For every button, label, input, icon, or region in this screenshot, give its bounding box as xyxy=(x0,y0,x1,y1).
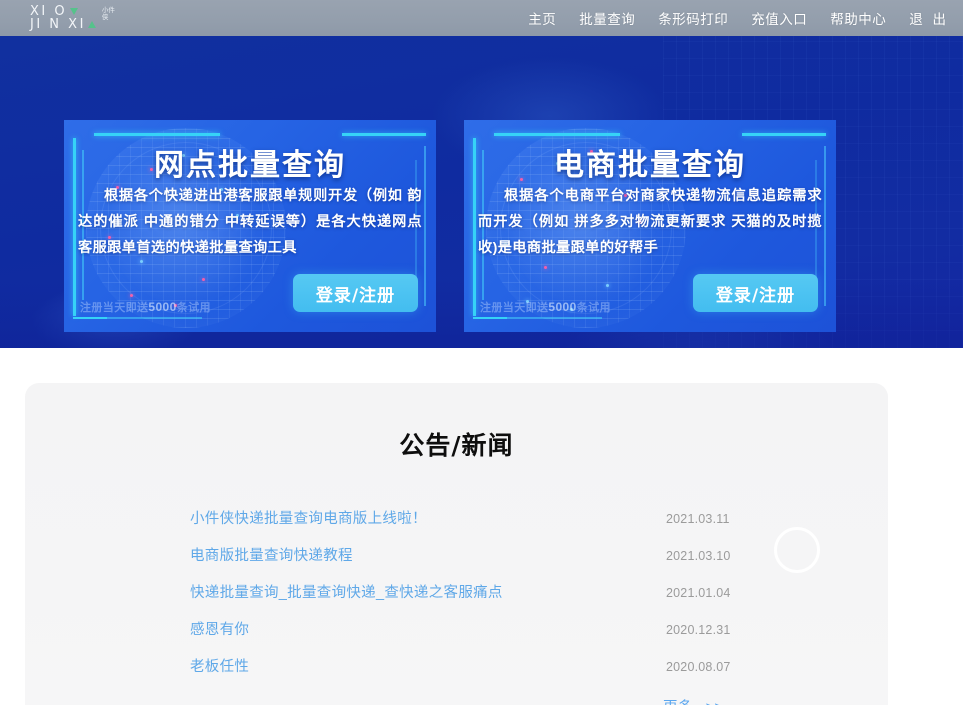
news-item-date: 2021.03.11 xyxy=(666,512,730,526)
card-frame-top-line xyxy=(494,133,620,136)
trial-note-prefix-left: 注册当天即送 xyxy=(80,302,149,314)
news-list-item[interactable]: 老板任性 2020.08.07 xyxy=(190,655,750,692)
news-item-date: 2020.08.07 xyxy=(666,660,731,674)
trial-note-suffix-left: 条试用 xyxy=(176,302,211,314)
banner-card-ecommerce-query[interactable]: 电商批量查询 根据各个电商平台对商家快递物流信息追踪需求而开发（例如 拼多多对物… xyxy=(464,120,836,332)
logo-chinese-mark: 小件 侠 xyxy=(102,7,115,21)
card-trial-note-ecommerce-query: 注册当天即送5000条试用 xyxy=(480,299,611,315)
news-item-title[interactable]: 感恩有你 xyxy=(190,618,666,639)
news-list-item[interactable]: 快递批量查询_批量查询快递_查快递之客服痛点 2021.01.04 xyxy=(190,581,750,618)
card-description-branch-query: 根据各个快递进出港客服跟单规则开发（例如 韵达的催派 中通的错分 中转延误等）是… xyxy=(78,188,422,256)
trial-note-number-left: 5000 xyxy=(148,300,177,314)
trial-note-prefix-right: 注册当天即送 xyxy=(480,302,549,314)
logo-text-top: XI O xyxy=(30,3,68,19)
news-item-date: 2021.03.10 xyxy=(666,549,731,563)
page-title: 公告/新闻 xyxy=(399,431,514,460)
news-list-item[interactable]: 电商版批量查询快递教程 2021.03.10 xyxy=(190,544,750,581)
nav-item-home[interactable]: 主页 xyxy=(528,8,556,28)
news-item-date: 2021.01.04 xyxy=(666,586,731,600)
nav-item-batch-query[interactable]: 批量查询 xyxy=(579,8,635,28)
triangle-up-icon xyxy=(88,21,97,28)
trial-note-number-right: 5000 xyxy=(548,300,577,314)
card-title-ecommerce-query: 电商批量查询 xyxy=(554,148,746,183)
news-panel: 公告/新闻 小件侠快递批量查询电商版上线啦！ 2021.03.11 电商版批量查… xyxy=(25,383,888,705)
logo-row-bottom: JI N XI xyxy=(30,18,98,31)
decorative-circle xyxy=(774,527,820,573)
card-description-ecommerce-query: 根据各个电商平台对商家快递物流信息追踪需求而开发（例如 拼多多对物流更新要求 天… xyxy=(478,188,822,256)
news-item-date: 2020.12.31 xyxy=(666,623,731,637)
card-frame-corner-bottom-left xyxy=(473,317,507,319)
login-register-button-branch-query[interactable]: 登录/注册 xyxy=(293,274,418,312)
news-list-item[interactable]: 小件侠快递批量查询电商版上线啦！ 2021.03.11 xyxy=(190,507,750,544)
nav-item-recharge[interactable]: 充值入口 xyxy=(751,8,807,28)
logo-letters: XI O JI N XI xyxy=(30,5,98,31)
hero-banner: 网点批量查询 根据各个快递进出港客服跟单规则开发（例如 韵达的催派 中通的错分 … xyxy=(0,36,963,348)
news-list-item[interactable]: 感恩有你 2020.12.31 xyxy=(190,618,750,655)
card-frame-top-line xyxy=(94,133,220,136)
card-title-branch-query: 网点批量查询 xyxy=(154,148,346,183)
card-frame-corner-bottom-left xyxy=(73,317,107,319)
logo-cn-line2: 侠 xyxy=(101,14,109,21)
logo-text-bottom: JI N XI xyxy=(30,16,86,32)
news-item-title[interactable]: 老板任性 xyxy=(190,655,666,676)
logo-cn-line1: 小件 xyxy=(101,7,115,14)
triangle-down-icon xyxy=(69,8,78,15)
nav-menu: 主页 批量查询 条形码打印 充值入口 帮助中心 退 出 xyxy=(528,8,963,28)
card-trial-note-branch-query: 注册当天即送5000条试用 xyxy=(80,299,211,315)
nav-item-help-center[interactable]: 帮助中心 xyxy=(830,8,886,28)
login-register-button-ecommerce-query[interactable]: 登录/注册 xyxy=(693,274,818,312)
news-item-title[interactable]: 小件侠快递批量查询电商版上线啦！ xyxy=(190,507,666,528)
news-more-link[interactable]: 更多...>> xyxy=(663,696,723,705)
nav-item-barcode-print[interactable]: 条形码打印 xyxy=(658,8,728,28)
news-more-row: 更多...>> xyxy=(190,696,750,705)
card-frame-top-right-line xyxy=(342,133,426,136)
site-logo[interactable]: XI O JI N XI 小件 侠 xyxy=(30,5,115,31)
card-frame-top-right-line xyxy=(742,133,826,136)
news-item-title[interactable]: 快递批量查询_批量查询快递_查快递之客服痛点 xyxy=(190,581,666,602)
banner-card-branch-query[interactable]: 网点批量查询 根据各个快递进出港客服跟单规则开发（例如 韵达的催派 中通的错分 … xyxy=(64,120,436,332)
news-list: 小件侠快递批量查询电商版上线啦！ 2021.03.11 电商版批量查询快递教程 … xyxy=(190,507,750,705)
top-navigation-bar: XI O JI N XI 小件 侠 主页 批量查询 条形码打印 充值入口 帮助中… xyxy=(0,0,963,36)
news-item-title[interactable]: 电商版批量查询快递教程 xyxy=(190,544,666,565)
trial-note-suffix-right: 条试用 xyxy=(576,302,611,314)
nav-item-logout[interactable]: 退 出 xyxy=(909,8,949,28)
